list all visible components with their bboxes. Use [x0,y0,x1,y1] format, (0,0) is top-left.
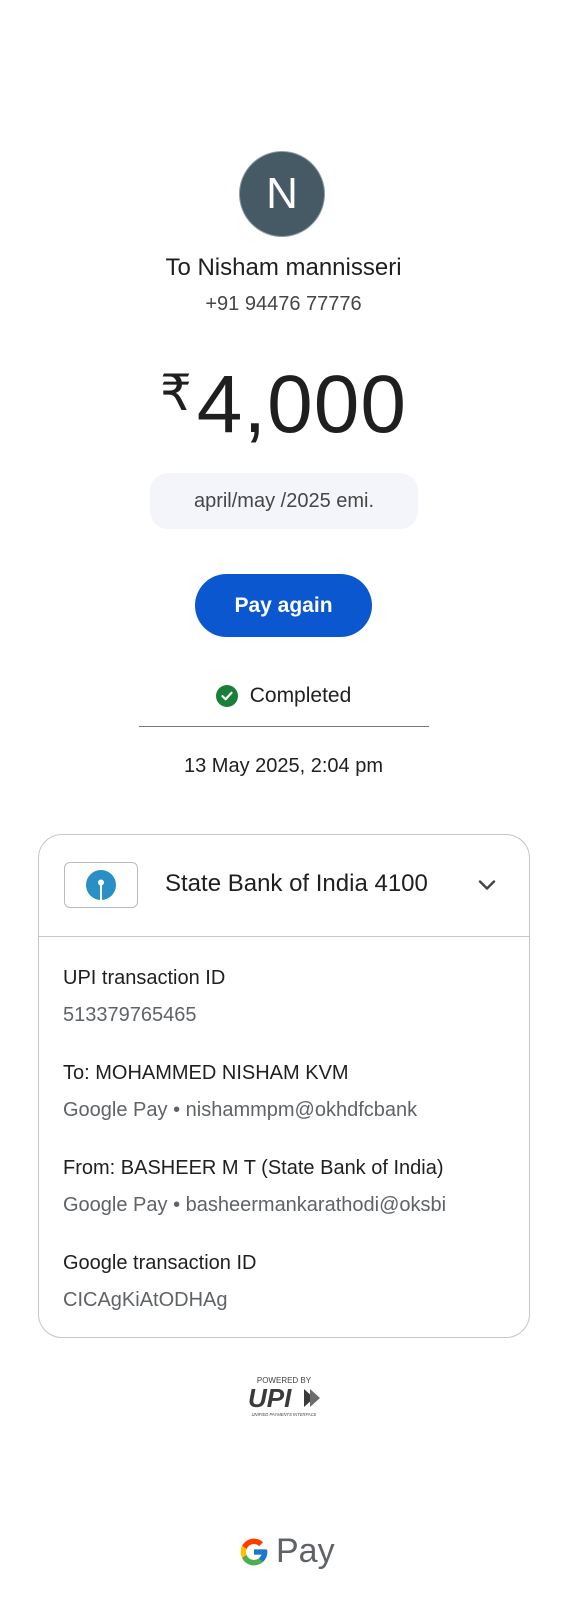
recipient-detail: To: MOHAMMED NISHAM KVM Google Pay • nis… [63,1062,417,1122]
detail-label: UPI transaction ID [63,967,226,989]
chevron-down-icon[interactable] [475,873,499,897]
status-label: Completed [249,684,352,707]
upi-transaction-id: UPI transaction ID 513379765465 [63,967,225,1027]
detail-label: To: MOHAMMED NISHAM KVM [63,1062,349,1084]
detail-label: From: BASHEER M T (State Bank of India) [63,1157,444,1179]
detail-value: Google Pay • nishammpm@okhdfcbank [63,1099,418,1121]
upi-tagline: UNIFIED PAYMENTS INTERFACE [252,1412,317,1417]
upi-word: UPI [248,1383,292,1413]
google-g-icon [240,1538,268,1565]
avatar: N [239,151,325,237]
recipient-name: To Nisham mannisseri [165,254,402,281]
detail-value[interactable]: 513379765465 [63,1004,225,1027]
avatar-initial: N [266,169,298,218]
transaction-details-card: State Bank of India 4100 UPI transaction… [38,834,530,1338]
payment-note: april/may /2025 emi. [150,473,418,529]
sender-detail: From: BASHEER M T (State Bank of India) … [63,1157,446,1217]
divider [139,726,429,727]
detail-value: Google Pay • basheermankarathodi@oksbi [63,1194,447,1216]
check-circle-icon [215,685,238,707]
pay-again-button[interactable]: Pay again [195,574,372,637]
detail-label: Google transaction ID [63,1252,257,1274]
amount-value: 4,000 [196,359,407,450]
bank-account-row[interactable]: State Bank of India 4100 [39,835,529,937]
currency-symbol: ₹ [159,365,193,421]
transaction-datetime: 13 May 2025, 2:04 pm [183,755,383,777]
google-pay-logo: Pay [238,1532,335,1571]
detail-value[interactable]: CICAgKiAtODHAg [63,1289,256,1312]
status-row: Completed [0,684,567,708]
gpay-word: Pay [276,1532,335,1570]
sbi-logo-icon [64,862,138,908]
google-transaction-id: Google transaction ID CICAgKiAtODHAg [63,1252,256,1312]
recipient-phone: +91 94476 77776 [205,293,362,315]
upi-logo-icon: POWERED BY UPI UNIFIED PAYMENTS INTERFAC… [248,1376,320,1417]
payment-amount: ₹4,000 [0,348,567,450]
bank-account-name: State Bank of India 4100 [165,870,428,897]
